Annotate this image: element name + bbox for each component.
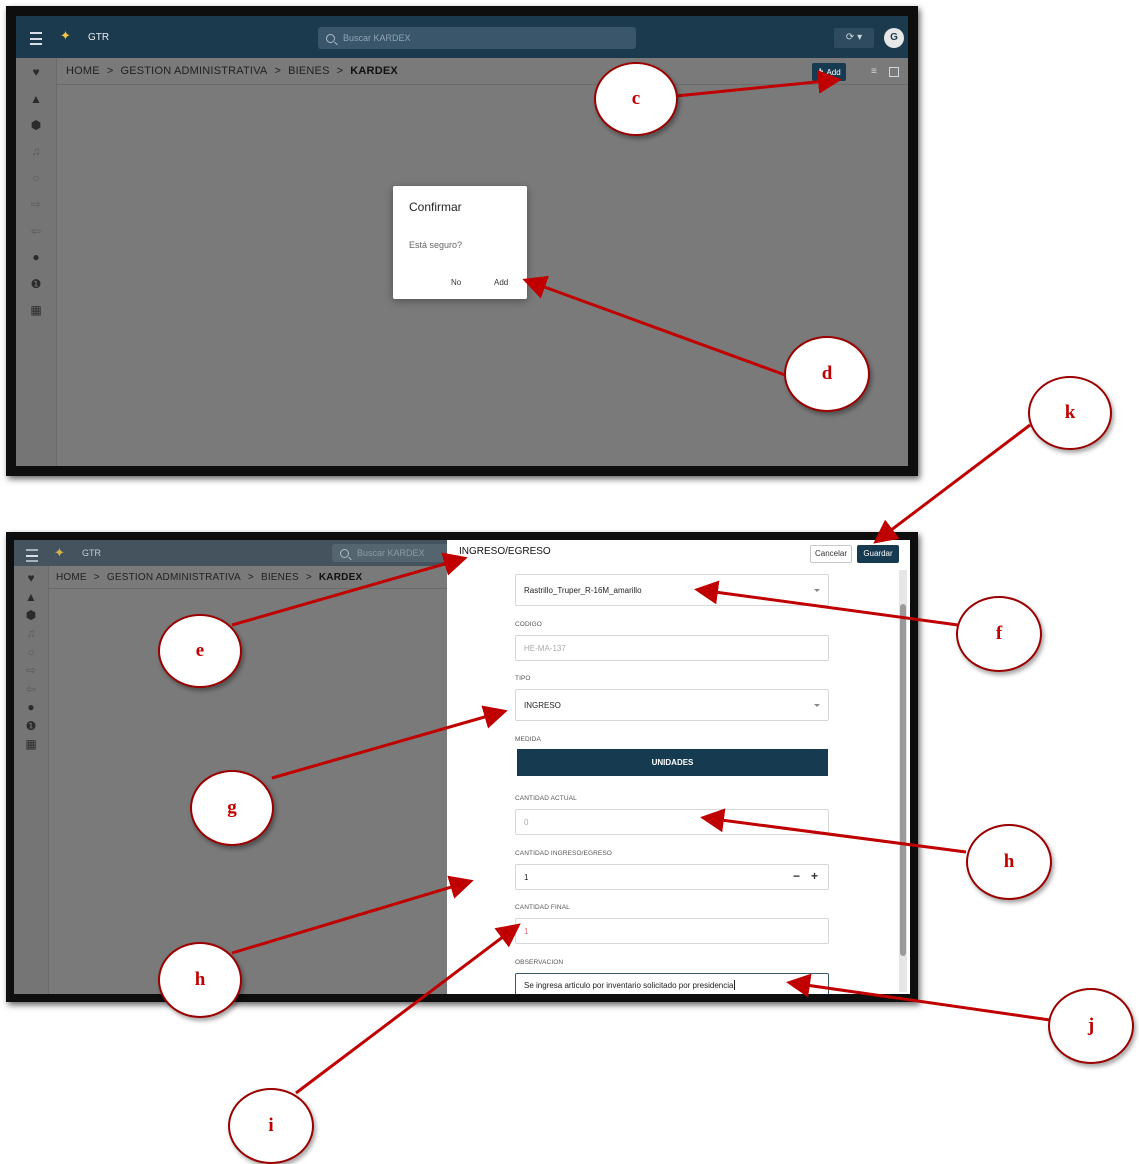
callout-i: i: [228, 1088, 314, 1164]
arrow-h1: [700, 808, 967, 854]
callout-j: j: [1048, 988, 1134, 1064]
callout-h-left: h: [158, 942, 242, 1018]
arrow-i: [295, 923, 521, 1095]
arrow-e: [231, 552, 468, 627]
arrow-f: [694, 580, 959, 627]
arrow-g: [271, 705, 508, 780]
callout-k: k: [1028, 376, 1112, 450]
callout-f: f: [956, 596, 1042, 672]
callout-d: d: [784, 336, 870, 412]
arrow-j: [786, 973, 1051, 1022]
callout-g: g: [190, 770, 274, 846]
arrow-c: [675, 69, 842, 98]
arrow-d: [522, 275, 789, 378]
callout-e: e: [158, 614, 242, 688]
arrow-h2: [231, 875, 474, 955]
arrow-k: [873, 423, 1031, 544]
callout-c: c: [594, 62, 678, 136]
callout-h-right: h: [966, 824, 1052, 900]
